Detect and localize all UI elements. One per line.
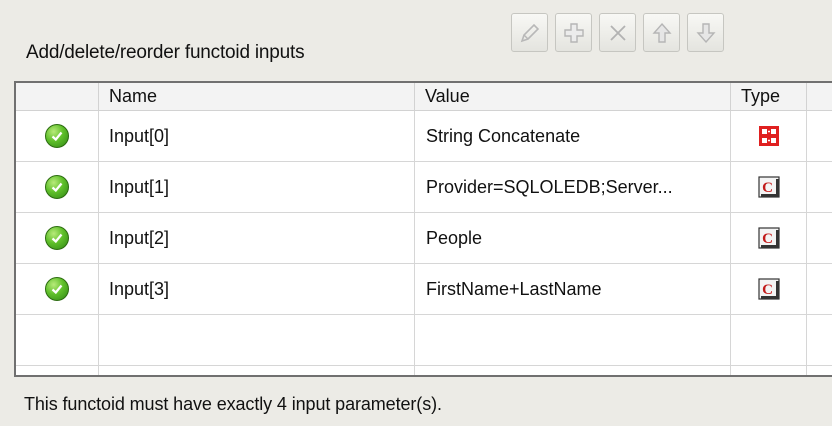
move-up-button[interactable] (643, 13, 680, 52)
name-column-header[interactable]: Name (99, 83, 415, 110)
input-value-cell[interactable]: String Concatenate (415, 111, 731, 161)
x-icon (609, 24, 626, 41)
table-row[interactable]: Input[1] Provider=SQLOLEDB;Server... C (16, 162, 832, 213)
input-name-cell[interactable]: Input[2] (99, 213, 415, 263)
input-name-cell[interactable]: Input[1] (99, 162, 415, 212)
toolbar (511, 13, 724, 52)
svg-text:C: C (762, 180, 773, 196)
edit-input-button[interactable] (511, 13, 548, 52)
functoid-link-icon (758, 126, 779, 146)
inputs-grid: Name Value Type Input[0] String Concaten… (14, 81, 832, 377)
arrow-down-icon (695, 22, 716, 43)
delete-input-button[interactable] (599, 13, 636, 52)
check-icon (45, 175, 69, 199)
input-name-cell[interactable]: Input[0] (99, 111, 415, 161)
type-column-header[interactable]: Type (731, 83, 807, 110)
add-input-button[interactable] (555, 13, 592, 52)
constant-icon: C (757, 278, 780, 300)
check-icon (45, 124, 69, 148)
constant-icon: C (757, 176, 780, 198)
input-value-cell[interactable]: Provider=SQLOLEDB;Server... (415, 162, 731, 212)
panel-title: Add/delete/reorder functoid inputs (26, 42, 305, 63)
status-column-header[interactable] (16, 83, 99, 110)
input-name-cell[interactable]: Input[3] (99, 264, 415, 314)
value-column-header[interactable]: Value (415, 83, 731, 110)
check-icon (45, 277, 69, 301)
input-value-cell[interactable]: FirstName+LastName (415, 264, 731, 314)
table-row[interactable]: Input[3] FirstName+LastName C (16, 264, 832, 315)
empty-row (16, 315, 832, 366)
constant-icon: C (757, 227, 780, 249)
grid-header: Name Value Type (16, 83, 832, 111)
check-icon (45, 226, 69, 250)
input-value-cell[interactable]: People (415, 213, 731, 263)
svg-text:C: C (762, 231, 773, 247)
svg-text:C: C (762, 282, 773, 298)
plus-icon (563, 22, 584, 43)
move-down-button[interactable] (687, 13, 724, 52)
empty-row (16, 366, 832, 375)
validation-message: This functoid must have exactly 4 input … (24, 394, 442, 414)
arrow-up-icon (651, 22, 672, 43)
table-row[interactable]: Input[2] People C (16, 213, 832, 264)
table-row[interactable]: Input[0] String Concatenate (16, 111, 832, 162)
pencil-icon (520, 23, 539, 42)
